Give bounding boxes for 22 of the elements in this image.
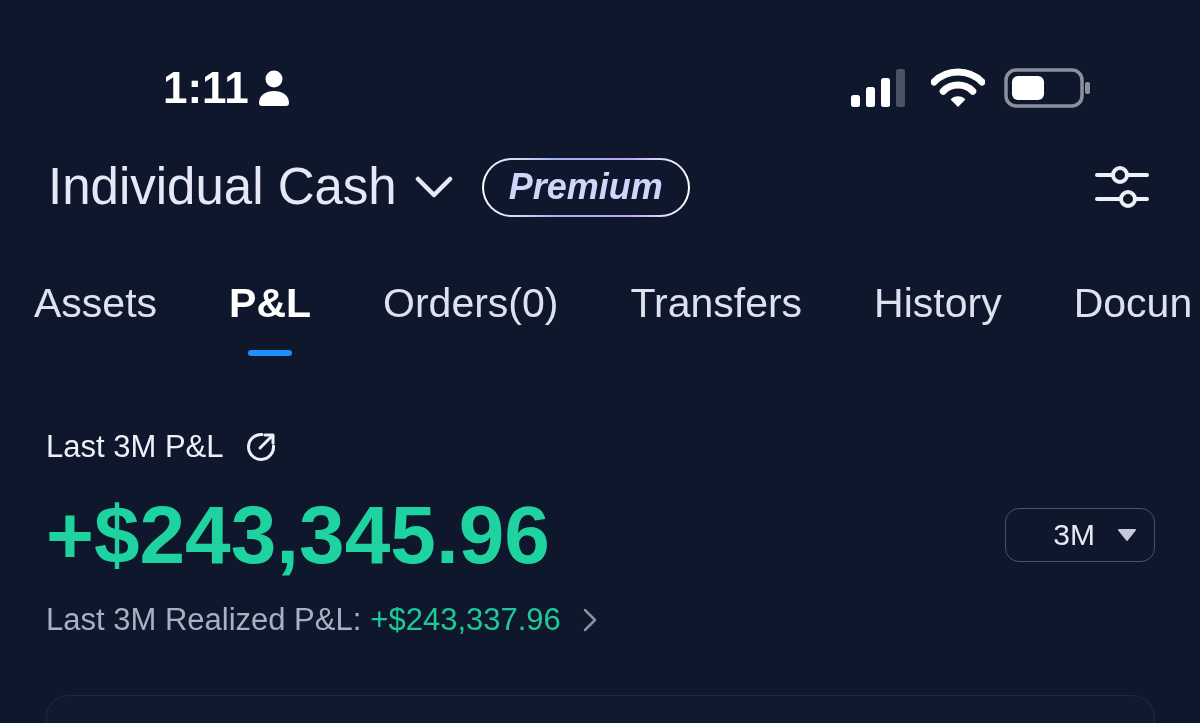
realized-pnl-value: +$243,337.96	[370, 601, 561, 639]
account-selector[interactable]: Individual Cash	[48, 156, 453, 218]
realized-pnl-label: Last 3M Realized P&L:	[46, 601, 362, 639]
status-time: 1:11	[163, 66, 249, 110]
tab[interactable]: Assets	[34, 244, 158, 356]
pnl-title: Last 3M P&L	[46, 428, 224, 466]
tab[interactable]: History	[874, 244, 1002, 356]
tab[interactable]: Transfers	[630, 244, 803, 356]
period-dropdown[interactable]: 3M	[1005, 508, 1155, 562]
wifi-icon	[931, 68, 985, 108]
tab[interactable]: Docun	[1073, 244, 1193, 356]
tab[interactable]: Orders(0)	[383, 244, 559, 356]
tab[interactable]: P&L	[229, 244, 312, 356]
person-icon	[257, 70, 290, 106]
chevron-down-icon	[414, 175, 453, 199]
pnl-amount: +$243,345.96	[46, 488, 550, 582]
caret-down-icon	[1117, 528, 1137, 542]
share-icon[interactable]	[245, 431, 278, 463]
selected-tab-indicator	[248, 350, 293, 356]
sliders-icon[interactable]	[1094, 164, 1150, 210]
battery-icon	[1004, 68, 1090, 108]
chevron-right-icon[interactable]	[582, 608, 597, 632]
